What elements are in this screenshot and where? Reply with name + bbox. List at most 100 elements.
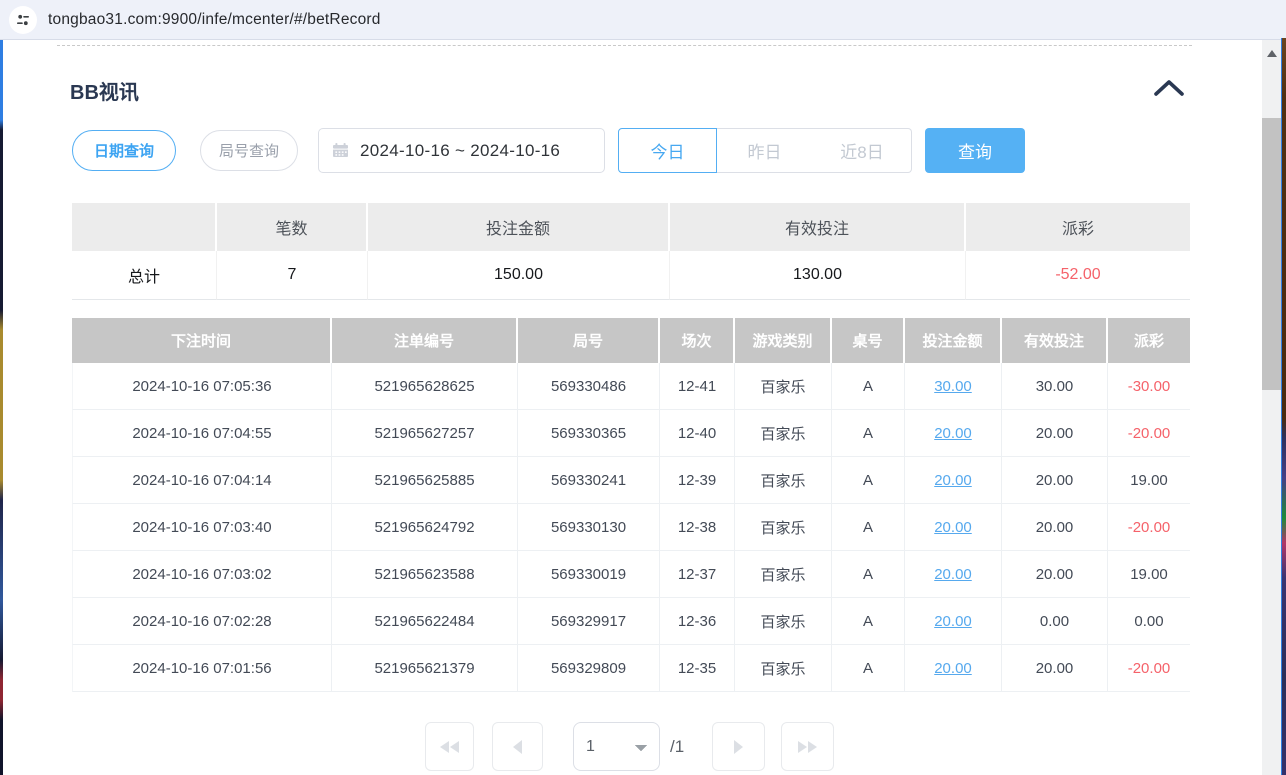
table-cell: A bbox=[832, 645, 905, 692]
summary-header-bet-amount: 投注金额 bbox=[368, 203, 670, 251]
summary-table: 笔数 投注金额 有效投注 派彩 总计 7 150.00 130.00 -52.0… bbox=[72, 203, 1190, 300]
table-cell: 20.00 bbox=[1002, 410, 1108, 457]
table-row: 2024-10-16 07:02:28521965622484569329917… bbox=[72, 598, 1190, 645]
table-cell: 2024-10-16 07:03:02 bbox=[72, 551, 332, 598]
scrollbar-thumb[interactable] bbox=[1262, 118, 1281, 390]
table-cell: 2024-10-16 07:02:28 bbox=[72, 598, 332, 645]
table-cell: 569330241 bbox=[518, 457, 660, 504]
table-cell: 百家乐 bbox=[735, 504, 832, 551]
table-cell: 2024-10-16 07:04:14 bbox=[72, 457, 332, 504]
table-cell: 521965628625 bbox=[332, 363, 518, 410]
table-cell: 20.00 bbox=[1002, 457, 1108, 504]
next-page-button[interactable] bbox=[712, 722, 765, 771]
search-button[interactable]: 查询 bbox=[925, 128, 1025, 173]
table-cell: 521965621379 bbox=[332, 645, 518, 692]
round-query-button[interactable]: 局号查询 bbox=[200, 130, 298, 171]
bet-amount-link[interactable]: 20.00 bbox=[905, 457, 1002, 504]
table-cell: 569330019 bbox=[518, 551, 660, 598]
column-header: 局号 bbox=[518, 318, 660, 363]
column-header: 投注金额 bbox=[905, 318, 1002, 363]
last-8-days-button[interactable]: 近8日 bbox=[813, 128, 912, 173]
address-bar[interactable]: tongbao31.com:9900/infe/mcenter/#/betRec… bbox=[0, 0, 1286, 40]
table-row: 2024-10-16 07:01:56521965621379569329809… bbox=[72, 645, 1190, 692]
table-cell: -20.00 bbox=[1108, 645, 1190, 692]
summary-count-value: 7 bbox=[217, 251, 368, 300]
table-cell: 569330130 bbox=[518, 504, 660, 551]
table-cell: A bbox=[832, 504, 905, 551]
bet-amount-link[interactable]: 20.00 bbox=[905, 598, 1002, 645]
table-cell: 12-41 bbox=[660, 363, 735, 410]
bet-amount-link[interactable]: 20.00 bbox=[905, 645, 1002, 692]
date-range-input[interactable]: 2024-10-16 ~ 2024-10-16 bbox=[318, 128, 605, 173]
summary-header-valid-bet: 有效投注 bbox=[670, 203, 966, 251]
table-cell: 569329917 bbox=[518, 598, 660, 645]
table-row: 2024-10-16 07:05:36521965628625569330486… bbox=[72, 363, 1190, 410]
vertical-scrollbar[interactable] bbox=[1262, 40, 1281, 775]
table-cell: 569330365 bbox=[518, 410, 660, 457]
table-cell: 20.00 bbox=[1002, 504, 1108, 551]
table-cell: 12-40 bbox=[660, 410, 735, 457]
table-cell: 521965627257 bbox=[332, 410, 518, 457]
table-cell: 百家乐 bbox=[735, 457, 832, 504]
table-cell: 30.00 bbox=[1002, 363, 1108, 410]
column-header: 派彩 bbox=[1108, 318, 1190, 363]
table-cell: 百家乐 bbox=[735, 645, 832, 692]
table-row: 2024-10-16 07:04:14521965625885569330241… bbox=[72, 457, 1190, 504]
date-query-button[interactable]: 日期查询 bbox=[72, 130, 176, 171]
table-row: 2024-10-16 07:03:40521965624792569330130… bbox=[72, 504, 1190, 551]
table-cell: 521965625885 bbox=[332, 457, 518, 504]
table-cell: 521965623588 bbox=[332, 551, 518, 598]
table-row: 2024-10-16 07:03:02521965623588569330019… bbox=[72, 551, 1190, 598]
table-cell: 20.00 bbox=[1002, 645, 1108, 692]
table-cell: 521965622484 bbox=[332, 598, 518, 645]
first-page-button[interactable] bbox=[425, 722, 474, 771]
site-info-button[interactable] bbox=[9, 6, 37, 34]
table-cell: 569329809 bbox=[518, 645, 660, 692]
summary-payout-value: -52.00 bbox=[966, 251, 1190, 300]
table-cell: A bbox=[832, 551, 905, 598]
table-cell: 百家乐 bbox=[735, 363, 832, 410]
bet-amount-link[interactable]: 20.00 bbox=[905, 504, 1002, 551]
first-page-icon bbox=[440, 741, 459, 753]
column-header: 下注时间 bbox=[72, 318, 332, 363]
bet-table-header: 下注时间注单编号局号场次游戏类别桌号投注金额有效投注派彩 bbox=[72, 318, 1190, 363]
table-cell: 2024-10-16 07:05:36 bbox=[72, 363, 332, 410]
table-cell: 12-39 bbox=[660, 457, 735, 504]
column-header: 有效投注 bbox=[1002, 318, 1108, 363]
table-cell: 19.00 bbox=[1108, 551, 1190, 598]
table-cell: 12-38 bbox=[660, 504, 735, 551]
table-cell: 521965624792 bbox=[332, 504, 518, 551]
table-cell: 20.00 bbox=[1002, 551, 1108, 598]
column-header: 桌号 bbox=[832, 318, 905, 363]
chevron-up-icon bbox=[1153, 79, 1185, 97]
bet-amount-link[interactable]: 20.00 bbox=[905, 551, 1002, 598]
table-cell: A bbox=[832, 457, 905, 504]
column-header: 场次 bbox=[660, 318, 735, 363]
bet-amount-link[interactable]: 20.00 bbox=[905, 410, 1002, 457]
collapse-panel-button[interactable] bbox=[1152, 76, 1186, 100]
dashed-divider bbox=[57, 45, 1192, 46]
scroll-up-arrow-icon[interactable] bbox=[1262, 46, 1281, 60]
table-cell: 2024-10-16 07:01:56 bbox=[72, 645, 332, 692]
table-cell: 百家乐 bbox=[735, 410, 832, 457]
table-cell: 12-37 bbox=[660, 551, 735, 598]
summary-header-payout: 派彩 bbox=[966, 203, 1190, 251]
table-cell: -20.00 bbox=[1108, 410, 1190, 457]
last-page-icon bbox=[798, 741, 817, 753]
yesterday-button[interactable]: 昨日 bbox=[716, 128, 814, 173]
right-window-edge bbox=[1281, 38, 1286, 775]
prev-page-button[interactable] bbox=[492, 722, 543, 771]
table-cell: 百家乐 bbox=[735, 598, 832, 645]
table-cell: 2024-10-16 07:04:55 bbox=[72, 410, 332, 457]
bet-amount-link[interactable]: 30.00 bbox=[905, 363, 1002, 410]
table-row: 2024-10-16 07:04:55521965627257569330365… bbox=[72, 410, 1190, 457]
tune-sliders-icon bbox=[16, 13, 30, 27]
summary-bet-amount-value: 150.00 bbox=[368, 251, 670, 300]
url-text[interactable]: tongbao31.com:9900/infe/mcenter/#/betRec… bbox=[48, 11, 381, 29]
summary-header-count: 笔数 bbox=[217, 203, 368, 251]
table-cell: 12-35 bbox=[660, 645, 735, 692]
page-number-select[interactable]: 1 bbox=[573, 722, 660, 771]
today-button[interactable]: 今日 bbox=[618, 128, 717, 173]
table-cell: 0.00 bbox=[1108, 598, 1190, 645]
last-page-button[interactable] bbox=[781, 722, 834, 771]
